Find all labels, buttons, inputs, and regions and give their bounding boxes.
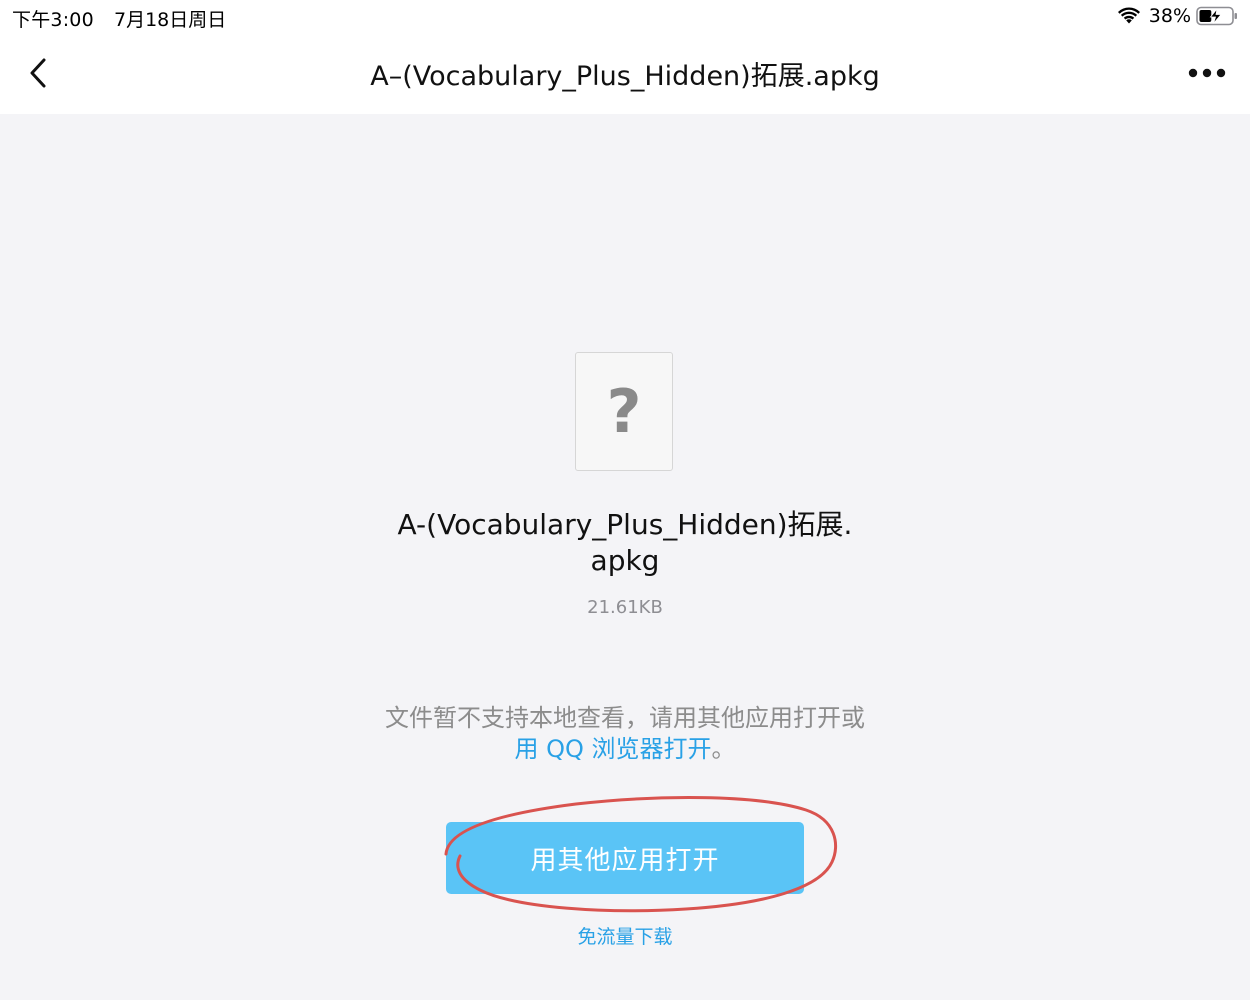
chevron-left-icon — [30, 58, 46, 88]
unknown-file-icon: ? — [575, 352, 673, 471]
question-mark-icon: ? — [606, 376, 642, 447]
status-indicators: 38% — [1117, 4, 1238, 28]
free-download-link[interactable]: 免流量下载 — [500, 922, 750, 949]
header: 下午3:00 7月18日周日 38% A–(Vocabulary_Plus_Hi — [0, 0, 1250, 114]
file-size: 21.61KB — [587, 597, 663, 618]
status-date: 7月18日周日 — [114, 9, 227, 31]
notice-text-end: 。 — [711, 735, 736, 763]
open-with-other-app-button[interactable]: 用其他应用打开 — [446, 822, 804, 894]
file-name: A-(Vocabulary_Plus_Hidden)拓展.apkg — [397, 508, 853, 577]
battery-charging-icon — [1196, 6, 1237, 26]
status-time: 下午3:00 — [12, 9, 94, 31]
battery-percent: 38% — [1148, 5, 1191, 27]
open-in-qq-browser-link[interactable]: 用 QQ 浏览器打开 — [514, 735, 711, 763]
page-title: A–(Vocabulary_Plus_Hidden)拓展.apkg — [370, 61, 880, 92]
unsupported-notice: 文件暂不支持本地查看，请用其他应用打开或用 QQ 浏览器打开。 — [385, 703, 865, 765]
wifi-icon — [1117, 7, 1140, 24]
file-preview-screen: 下午3:00 7月18日周日 38% A–(Vocabulary_Plus_Hi — [0, 0, 1250, 1000]
more-button[interactable] — [1184, 58, 1230, 88]
more-dots-icon — [1188, 68, 1226, 78]
notice-text: 文件暂不支持本地查看，请用其他应用打开或 — [385, 704, 865, 732]
back-button[interactable] — [18, 50, 58, 96]
